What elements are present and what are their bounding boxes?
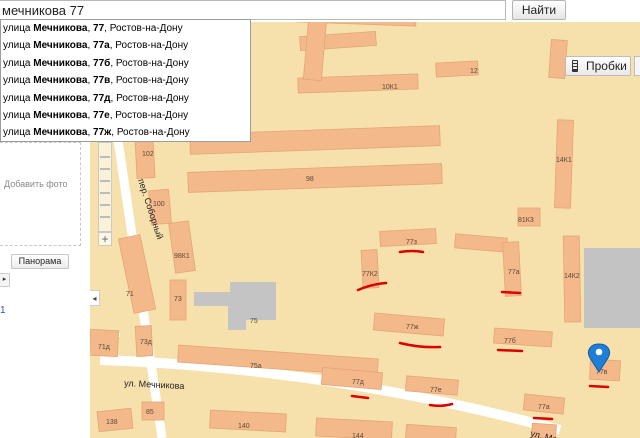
- traffic-light-icon: [572, 60, 578, 72]
- suggestion-item[interactable]: улица Мечникова, 77ж, Ростов-на-Дону: [1, 124, 250, 141]
- zoom-tick: [100, 156, 110, 158]
- label-77a-lower: 77а: [538, 404, 550, 411]
- label-81k3: 81К3: [518, 217, 534, 224]
- label-85: 85: [146, 409, 154, 416]
- label-71d: 71д: [98, 344, 110, 351]
- label-77d: 77д: [352, 379, 364, 386]
- label-73: 73: [174, 296, 182, 303]
- label-75: 75: [250, 318, 258, 325]
- add-photo-label[interactable]: Добавить фото: [4, 179, 68, 189]
- zoom-control[interactable]: +: [95, 142, 115, 248]
- suggestion-item[interactable]: улица Мечникова, 77в, Ростов-на-Дону: [1, 72, 250, 89]
- suggestion-item[interactable]: улица Мечникова, 77д, Ростов-на-Дону: [1, 90, 250, 107]
- panorama-button[interactable]: Панорама: [11, 254, 69, 269]
- label-138: 138: [106, 419, 118, 426]
- gray-building-75: [194, 282, 276, 330]
- label-77z: 77з: [406, 239, 417, 246]
- label-98: 98: [306, 176, 314, 183]
- suggestion-item[interactable]: улица Мечникова, 77, Ростов-на-Дону: [1, 20, 250, 37]
- label-10k1: 10К1: [382, 84, 398, 91]
- label-102: 102: [142, 151, 154, 158]
- side-number-link[interactable]: 1: [0, 305, 6, 316]
- label-12: 12: [470, 68, 478, 75]
- search-button[interactable]: Найти: [512, 0, 566, 20]
- suggestion-item[interactable]: улица Мечникова, 77е, Ростов-на-Дону: [1, 107, 250, 124]
- label-77e: 77е: [430, 387, 442, 394]
- traffic-label: Пробки: [586, 59, 627, 73]
- label-14k2: 14К2: [564, 273, 580, 280]
- label-75a: 75а: [250, 363, 262, 370]
- zoom-tick: [100, 216, 110, 218]
- zoom-tick: [100, 192, 110, 194]
- street-label-mechnikova: ул. Мечникова: [124, 378, 185, 391]
- label-98k1: 98К1: [174, 253, 190, 260]
- layers-button[interactable]: [634, 56, 640, 76]
- suggestion-item[interactable]: улица Мечникова, 77а, Ростов-на-Дону: [1, 37, 250, 54]
- label-77a-upper: 77а: [508, 269, 520, 276]
- collapse-panel-icon[interactable]: ◂: [90, 290, 100, 306]
- label-144: 144: [352, 433, 364, 438]
- label-77k2: 77К2: [362, 271, 378, 278]
- add-photo-box[interactable]: [0, 142, 81, 246]
- label-140: 140: [238, 423, 250, 430]
- zoom-in-icon[interactable]: +: [98, 232, 112, 246]
- zoom-tick: [100, 204, 110, 206]
- label-73d: 73д: [140, 339, 152, 346]
- suggestion-item[interactable]: улица Мечникова, 77б, Ростов-на-Дону: [1, 55, 250, 72]
- suggestion-dropdown: улица Мечникова, 77, Ростов-на-Дону улиц…: [0, 19, 251, 142]
- traffic-button[interactable]: Пробки: [565, 56, 631, 76]
- search-input[interactable]: [0, 0, 506, 20]
- zoom-tick: [100, 180, 110, 182]
- chevron-right-icon[interactable]: ▸: [0, 273, 10, 287]
- gray-building-right: [584, 248, 640, 328]
- label-71: 71: [126, 291, 134, 298]
- zoom-tick: [100, 168, 110, 170]
- label-14k1: 14К1: [556, 157, 572, 164]
- label-77zh: 77ж: [406, 324, 419, 331]
- label-77b: 77б: [504, 337, 516, 345]
